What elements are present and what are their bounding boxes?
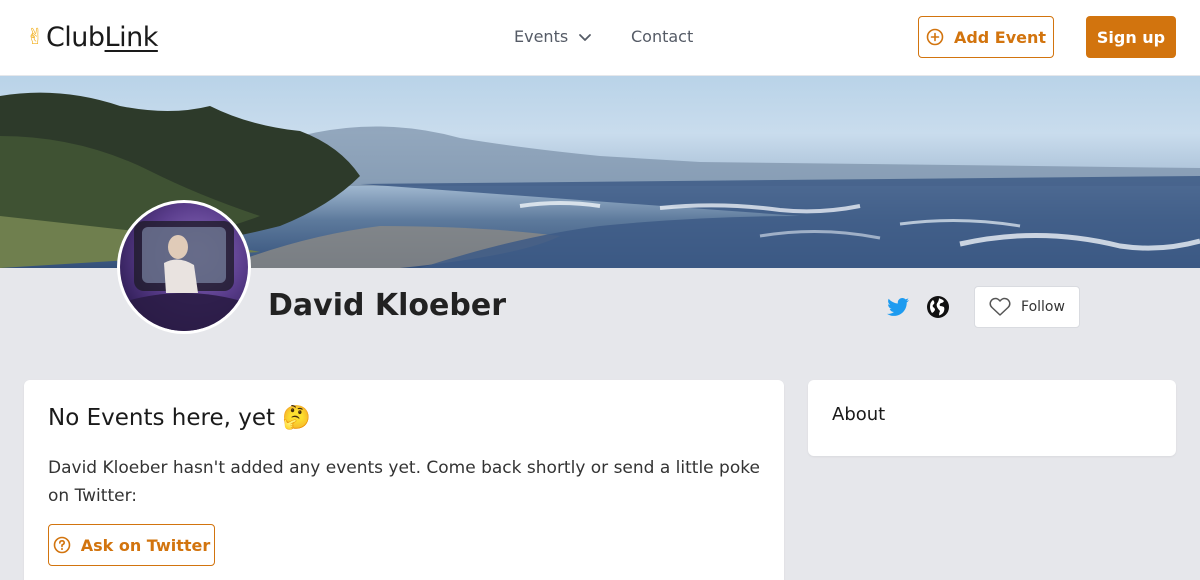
events-empty-title: No Events here, yet 🤔 (48, 405, 311, 431)
sign-up-button[interactable]: Sign up (1086, 16, 1176, 58)
nav-events-label: Events (514, 27, 569, 46)
follow-label: Follow (1021, 299, 1065, 315)
logo-text-link: Link (104, 22, 159, 53)
about-card: About (808, 380, 1176, 456)
clublink-logo[interactable]: ✌ Club Link (26, 22, 158, 53)
add-event-label: Add Event (953, 27, 1047, 47)
profile-avatar (117, 200, 251, 334)
events-empty-message: David Kloeber hasn't added any events ye… (48, 458, 760, 506)
heart-icon (989, 297, 1011, 316)
nav-contact-link[interactable]: Contact (631, 27, 693, 46)
globe-icon[interactable] (926, 295, 950, 319)
avatar-photo (120, 203, 248, 331)
twitter-icon[interactable] (886, 295, 910, 319)
logo-text-club: Club (45, 22, 105, 53)
ask-on-twitter-button[interactable]: Ask on Twitter (48, 524, 215, 566)
question-circle-icon (53, 536, 71, 554)
top-navbar: ✌ Club Link Events Contact Add Event Sign… (0, 0, 1200, 76)
events-card: No Events here, yet 🤔 David Kloeber hasn… (24, 380, 784, 580)
chevron-down-icon (579, 33, 592, 41)
follow-button[interactable]: Follow (974, 286, 1080, 328)
nav-events-dropdown[interactable]: Events (514, 27, 592, 46)
victory-hand-icon: ✌ (26, 25, 44, 50)
plus-circle-icon (926, 28, 944, 46)
about-title: About (832, 404, 886, 425)
ask-on-twitter-label: Ask on Twitter (80, 535, 211, 555)
add-event-button[interactable]: Add Event (918, 16, 1054, 58)
profile-name: David Kloeber (268, 288, 507, 323)
